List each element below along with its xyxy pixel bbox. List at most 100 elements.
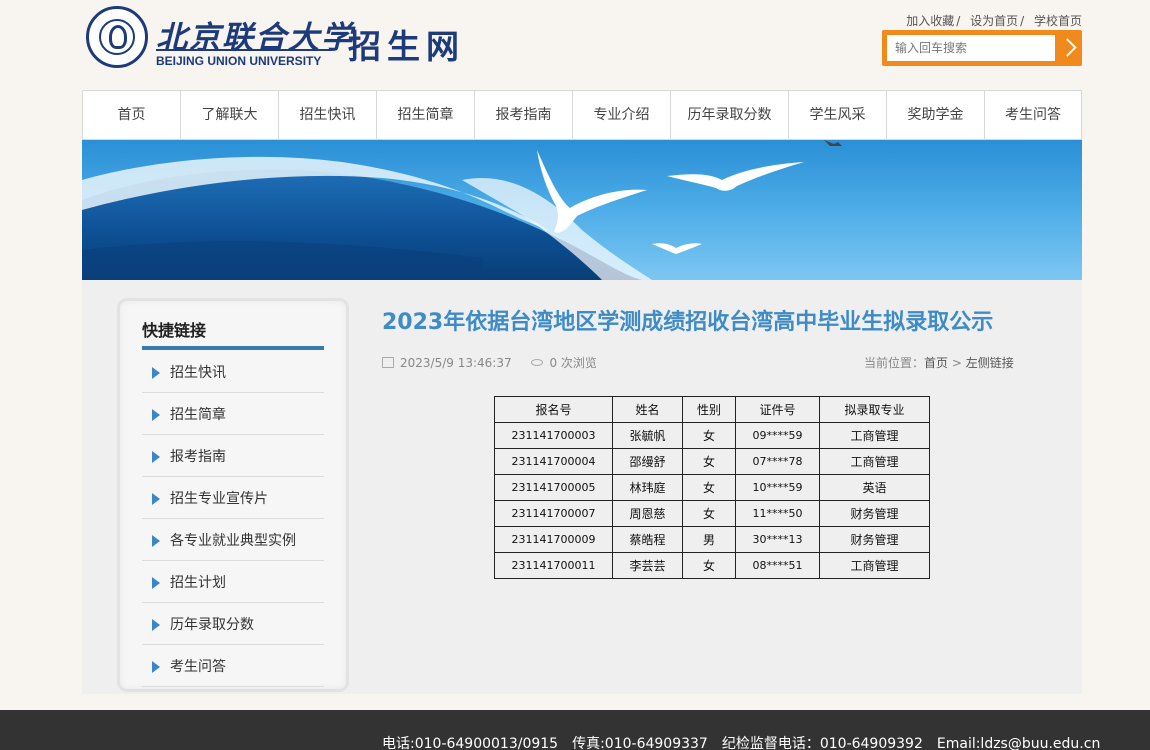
table-cell: 231141700011	[494, 552, 613, 579]
banner-image	[82, 140, 1082, 280]
footer-email[interactable]: Email:ldzs@buu.edu.cn	[937, 736, 1100, 750]
table-row: 231141700009 蔡皓程 男 30****13 财务管理	[494, 526, 930, 553]
calendar-icon	[382, 357, 394, 368]
triangle-right-icon	[152, 661, 160, 673]
school-homepage-link[interactable]: 学校首页	[1034, 14, 1082, 28]
footer-contact: 电话:010-64900013/0915 传真:010-64909337 纪检监督电…	[382, 733, 1114, 750]
table-cell: 工商管理	[819, 448, 930, 475]
column-header: 报名号	[494, 396, 613, 423]
search-arrow-icon[interactable]	[1058, 36, 1078, 60]
table-cell: 女	[682, 448, 736, 475]
footer: 电话:010-64900013/0915 传真:010-64909337 纪检监督电…	[0, 710, 1150, 750]
table-row: 231141700011 李芸芸 女 08****51 工商管理	[494, 552, 930, 579]
eye-icon	[531, 359, 544, 366]
table-cell: 女	[682, 422, 736, 449]
triangle-right-icon	[152, 577, 160, 589]
breadcrumb-home[interactable]: 首页	[924, 356, 948, 370]
sidebar-item-label: 招生简章	[170, 407, 226, 423]
set-homepage-link[interactable]: 设为首页	[970, 14, 1018, 28]
table-cell: 女	[682, 500, 736, 527]
table-cell: 女	[682, 552, 736, 579]
table-cell: 231141700009	[494, 526, 613, 553]
sidebar-item-label: 历年录取分数	[170, 617, 254, 633]
triangle-right-icon	[152, 409, 160, 421]
university-emblem-icon	[86, 6, 148, 68]
column-header: 证件号	[735, 396, 820, 423]
table-cell: 周恩慈	[612, 500, 683, 527]
logo-english-name: BEIJING UNION UNIVERSITY	[156, 54, 322, 68]
sidebar-item-admission-plan[interactable]: 招生计划	[142, 561, 324, 603]
nav-home[interactable]: 首页	[83, 91, 181, 139]
triangle-right-icon	[152, 493, 160, 505]
footer-supervision-phone: 纪检监督电话：010-64909392	[721, 736, 923, 750]
breadcrumb-separator: >	[948, 356, 966, 370]
search-box	[882, 30, 1082, 66]
sidebar-item-admission-news[interactable]: 招生快讯	[142, 351, 324, 393]
table-cell: 09****59	[735, 422, 820, 449]
table-cell: 林玮庭	[612, 474, 683, 501]
sidebar-item-label: 各专业就业典型实例	[170, 533, 296, 549]
nav-faq[interactable]: 考生问答	[985, 91, 1081, 139]
table-row: 231141700005 林玮庭 女 10****59 英语	[494, 474, 930, 501]
nav-admission-news[interactable]: 招生快讯	[279, 91, 377, 139]
quick-links-panel: 快捷链接 招生快讯 招生简章 报考指南 招生专业宣传片 各专业就业典型实例 招生…	[117, 298, 349, 692]
article-meta: 2023/5/9 13:46:37 0 次浏览	[382, 354, 597, 371]
sidebar-item-past-scores[interactable]: 历年录取分数	[142, 603, 324, 645]
admission-table: 报名号 姓名 性别 证件号 拟录取专业 231141700003 张毓帆 女 0…	[494, 396, 930, 579]
nav-scholarships[interactable]: 奖助学金	[887, 91, 985, 139]
nav-majors[interactable]: 专业介绍	[573, 91, 671, 139]
nav-admission-guide[interactable]: 招生简章	[377, 91, 475, 139]
view-count: 0 次浏览	[549, 356, 597, 370]
footer-phone: 电话:010-64900013/0915	[382, 736, 559, 750]
add-favorite-link[interactable]: 加入收藏	[906, 14, 954, 28]
breadcrumb: 当前位置：首页 > 左侧链接	[864, 354, 1014, 371]
sidebar-item-faq[interactable]: 考生问答	[142, 645, 324, 687]
table-cell: 英语	[819, 474, 930, 501]
site-name: 招生网	[348, 27, 465, 66]
sidebar-item-label: 考生问答	[170, 659, 226, 675]
breadcrumb-current[interactable]: 左侧链接	[966, 356, 1014, 370]
sidebar-item-label: 招生专业宣传片	[170, 491, 268, 507]
table-header-row: 报名号 姓名 性别 证件号 拟录取专业	[494, 396, 930, 423]
sidebar-item-employment-cases[interactable]: 各专业就业典型实例	[142, 519, 324, 561]
nav-past-scores[interactable]: 历年录取分数	[671, 91, 789, 139]
table-cell: 工商管理	[819, 422, 930, 449]
column-header: 拟录取专业	[819, 396, 930, 423]
table-cell: 财务管理	[819, 500, 930, 527]
column-header: 姓名	[612, 396, 683, 423]
site-logo[interactable]: 北京联合大学 BEIJING UNION UNIVERSITY 招生网	[86, 6, 486, 72]
nav-student-life[interactable]: 学生风采	[789, 91, 887, 139]
publish-date: 2023/5/9 13:46:37	[400, 356, 512, 370]
footer-fax: 传真:010-64909337	[572, 736, 708, 750]
sidebar-item-label: 招生计划	[170, 575, 226, 591]
logo-divider	[156, 49, 332, 51]
table-cell: 女	[682, 474, 736, 501]
table-cell: 231141700005	[494, 474, 613, 501]
table-cell: 08****51	[735, 552, 820, 579]
table-cell: 231141700003	[494, 422, 613, 449]
table-cell: 07****78	[735, 448, 820, 475]
sidebar-item-application-guide[interactable]: 报考指南	[142, 435, 324, 477]
search-input[interactable]	[887, 35, 1055, 61]
table-cell: 231141700007	[494, 500, 613, 527]
article-title: 2023年依据台湾地区学测成绩招收台湾高中毕业生拟录取公示	[382, 310, 994, 335]
triangle-right-icon	[152, 619, 160, 631]
table-cell: 工商管理	[819, 552, 930, 579]
nav-about[interactable]: 了解联大	[181, 91, 279, 139]
sidebar-item-promo-video[interactable]: 招生专业宣传片	[142, 477, 324, 519]
table-cell: 10****59	[735, 474, 820, 501]
nav-application-guide[interactable]: 报考指南	[475, 91, 573, 139]
table-cell: 30****13	[735, 526, 820, 553]
main-nav: 首页 了解联大 招生快讯 招生简章 报考指南 专业介绍 历年录取分数 学生风采 …	[82, 90, 1082, 140]
top-links: 加入收藏 / 设为首页 / 学校首页	[906, 14, 1082, 28]
table-row: 231141700004 邵缦舒 女 07****78 工商管理	[494, 448, 930, 475]
table-cell: 231141700004	[494, 448, 613, 475]
sidebar-item-label: 招生快讯	[170, 365, 226, 381]
table-cell: 张毓帆	[612, 422, 683, 449]
breadcrumb-prefix: 当前位置：	[864, 356, 925, 370]
quick-links-title: 快捷链接	[142, 321, 207, 340]
column-header: 性别	[682, 396, 736, 423]
table-cell: 男	[682, 526, 736, 553]
sidebar-item-admission-guide[interactable]: 招生简章	[142, 393, 324, 435]
quick-links-underline	[142, 346, 324, 350]
